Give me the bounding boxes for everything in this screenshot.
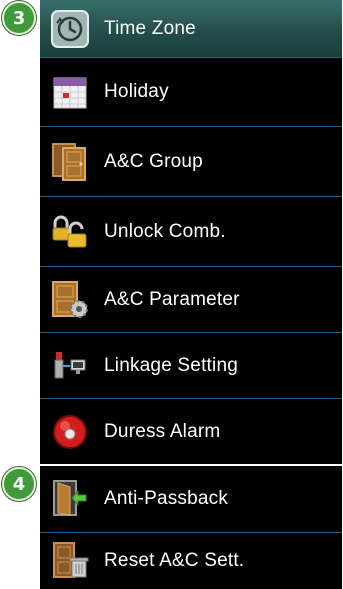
- step-badge-4: 4: [2, 467, 36, 501]
- access-control-menu-screenshot: 3 4 Time Zone Holiday A&C Group Unlock C…: [0, 0, 343, 589]
- padlock-pair-icon: [48, 210, 92, 254]
- menu-item-time-zone[interactable]: Time Zone: [40, 0, 342, 58]
- menu-item-label: Unlock Comb.: [104, 220, 226, 242]
- alarm-bell-icon: [48, 410, 92, 454]
- door-arrow-icon: [48, 477, 92, 521]
- menu-item-anti-passback[interactable]: Anti-Passback: [40, 466, 342, 533]
- linkage-icon: [48, 344, 92, 388]
- menu-item-label: A&C Parameter: [104, 288, 240, 310]
- menu-item-duress-alarm[interactable]: Duress Alarm: [40, 399, 342, 464]
- double-door-icon: [48, 140, 92, 184]
- menu-item-label: A&C Group: [104, 150, 203, 172]
- door-trash-icon: [48, 539, 92, 583]
- menu-panel-bottom: Anti-Passback Reset A&C Sett.: [40, 466, 342, 589]
- door-gear-icon: [48, 278, 92, 322]
- menu-item-ac-group[interactable]: A&C Group: [40, 127, 342, 197]
- menu-item-linkage-setting[interactable]: Linkage Setting: [40, 333, 342, 399]
- menu-item-ac-parameter[interactable]: A&C Parameter: [40, 267, 342, 333]
- menu-item-label: Reset A&C Sett.: [104, 550, 245, 571]
- calendar-icon: [48, 70, 92, 114]
- menu-item-unlock-comb[interactable]: Unlock Comb.: [40, 197, 342, 267]
- menu-item-label: Linkage Setting: [104, 354, 238, 376]
- menu-item-label: Time Zone: [104, 17, 196, 39]
- menu-item-reset-ac-sett[interactable]: Reset A&C Sett.: [40, 533, 342, 589]
- menu-item-label: Holiday: [104, 81, 169, 102]
- step-badge-3: 3: [2, 1, 36, 35]
- menu-item-holiday[interactable]: Holiday: [40, 58, 342, 127]
- clock-icon: [48, 7, 92, 51]
- menu-panel-top: Time Zone Holiday A&C Group Unlock Comb.…: [40, 0, 342, 464]
- menu-item-label: Duress Alarm: [104, 420, 221, 442]
- menu-item-label: Anti-Passback: [104, 488, 229, 509]
